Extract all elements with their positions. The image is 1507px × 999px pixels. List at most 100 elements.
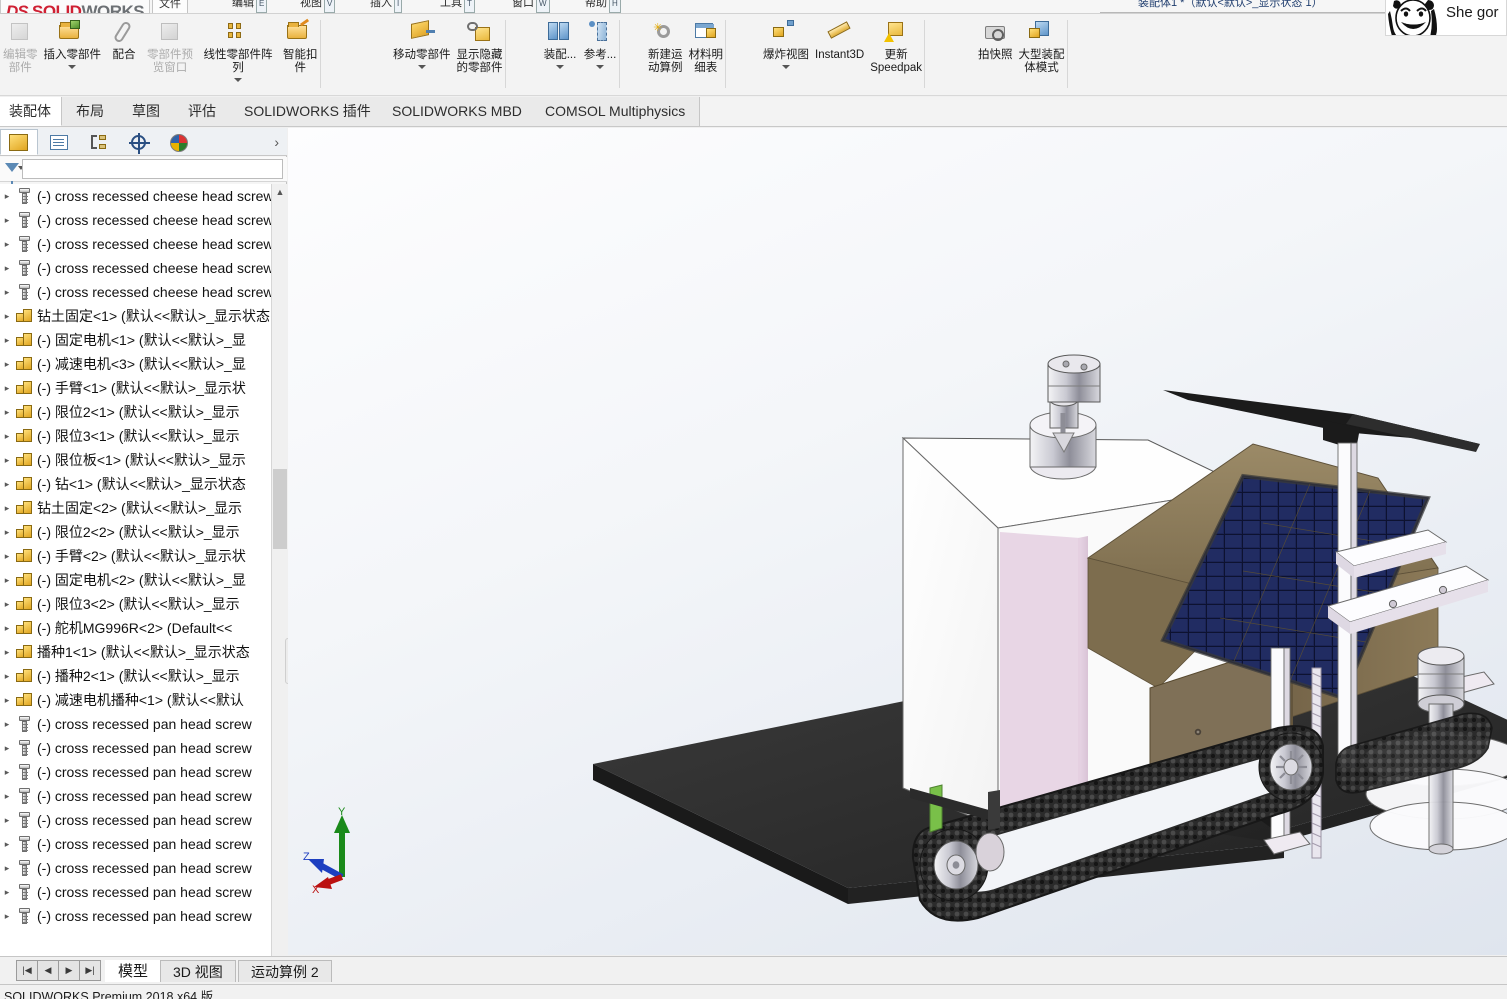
tab-sketch[interactable]: 草图	[118, 97, 175, 126]
tree-item[interactable]: ▸ (-) 钻<1> (默认<<默认>_显示状态	[0, 472, 271, 496]
dimxpert-manager-tab[interactable]	[120, 129, 158, 155]
tree-item[interactable]: ▸ (-) cross recessed pan head screw	[0, 856, 271, 880]
tree-item[interactable]: ▸ (-) cross recessed pan head screw	[0, 736, 271, 760]
tree-item[interactable]: ▸ (-) cross recessed cheese head screw G	[0, 184, 271, 208]
chevron-down-icon[interactable]	[782, 65, 790, 69]
expand-chevron-icon[interactable]: ▸	[0, 431, 14, 442]
expand-chevron-icon[interactable]: ▸	[0, 263, 14, 274]
menu-edit[interactable]: 编辑 E	[232, 0, 268, 13]
tree-item[interactable]: ▸ (-) cross recessed pan head screw	[0, 784, 271, 808]
feature-manager-tab[interactable]	[0, 129, 38, 155]
menu-tools[interactable]: 工具 T	[440, 0, 475, 13]
update-speedpak-button[interactable]: 更新 Speedpak	[867, 16, 925, 77]
bill-of-materials-button[interactable]: 材料明 细表	[686, 16, 727, 77]
expand-chevron-icon[interactable]: ▸	[0, 287, 14, 298]
chevron-right-icon[interactable]: ›	[274, 134, 279, 150]
expand-chevron-icon[interactable]: ▸	[0, 239, 14, 250]
feature-tree-scrollbar[interactable]: ▲ ▼	[271, 184, 288, 999]
expand-chevron-icon[interactable]: ▸	[0, 527, 14, 538]
tree-item[interactable]: ▸ (-) 手臂<2> (默认<<默认>_显示状	[0, 544, 271, 568]
tree-item[interactable]: ▸ (-) 限位2<2> (默认<<默认>_显示	[0, 520, 271, 544]
nav-next-button[interactable]: ▶	[58, 960, 80, 981]
tree-filter-input[interactable]	[22, 159, 283, 179]
expand-chevron-icon[interactable]: ▸	[0, 551, 14, 562]
nav-last-button[interactable]: ▶|	[79, 960, 101, 981]
expand-chevron-icon[interactable]: ▸	[0, 743, 14, 754]
expand-chevron-icon[interactable]: ▸	[0, 911, 14, 922]
expand-chevron-icon[interactable]: ▸	[0, 887, 14, 898]
tree-item[interactable]: ▸ (-) cross recessed pan head screw	[0, 832, 271, 856]
scroll-up-arrow[interactable]: ▲	[272, 184, 288, 201]
insert-components-button[interactable]: 插入零部件	[41, 16, 105, 71]
expand-chevron-icon[interactable]: ▸	[0, 311, 14, 322]
tree-item[interactable]: ▸ (-) cross recessed pan head screw	[0, 880, 271, 904]
expand-chevron-icon[interactable]: ▸	[0, 839, 14, 850]
tab-model[interactable]: 模型	[105, 960, 162, 982]
tree-item[interactable]: ▸ (-) cross recessed pan head screw	[0, 808, 271, 832]
expand-chevron-icon[interactable]: ▸	[0, 455, 14, 466]
scrollbar-thumb[interactable]	[273, 469, 287, 549]
large-assembly-mode-button[interactable]: 大型装配 体模式	[1016, 16, 1068, 77]
expand-chevron-icon[interactable]: ▸	[0, 695, 14, 706]
tree-item[interactable]: ▸ (-) 播种2<1> (默认<<默认>_显示	[0, 664, 271, 688]
configuration-manager-tab[interactable]	[80, 129, 118, 155]
linear-component-pattern-button[interactable]: 线性零部件阵列	[196, 16, 280, 84]
tree-item[interactable]: ▸ (-) 减速电机播种<1> (默认<<默认	[0, 688, 271, 712]
tree-item[interactable]: ▸ (-) 固定电机<2> (默认<<默认>_显	[0, 568, 271, 592]
assembly-features-button[interactable]: 装配...	[540, 16, 580, 71]
expand-chevron-icon[interactable]: ▸	[0, 623, 14, 634]
nav-first-button[interactable]: |◀	[16, 960, 38, 981]
tree-item[interactable]: ▸ 钻土固定<1> (默认<<默认>_显示状态	[0, 304, 271, 328]
tree-item[interactable]: ▸ (-) cross recessed pan head screw	[0, 760, 271, 784]
tree-item[interactable]: ▸ (-) 限位2<1> (默认<<默认>_显示	[0, 400, 271, 424]
expand-chevron-icon[interactable]: ▸	[0, 479, 14, 490]
tab-evaluate[interactable]: 评估	[174, 97, 231, 126]
expand-chevron-icon[interactable]: ▸	[0, 671, 14, 682]
expand-chevron-icon[interactable]: ▸	[0, 767, 14, 778]
instant3d-button[interactable]: Instant3D	[812, 16, 867, 64]
smart-fasteners-button[interactable]: 智能扣 件	[280, 16, 321, 77]
tab-3d-views[interactable]: 3D 视图	[160, 960, 236, 982]
tree-item[interactable]: ▸ (-) 固定电机<1> (默认<<默认>_显	[0, 328, 271, 352]
tree-item[interactable]: ▸ (-) 舵机MG996R<2> (Default<<	[0, 616, 271, 640]
component-preview-window-button[interactable]: 零部件预 览窗口	[144, 16, 196, 77]
tree-item[interactable]: ▸ (-) 限位3<2> (默认<<默认>_显示	[0, 592, 271, 616]
expand-chevron-icon[interactable]: ▸	[0, 815, 14, 826]
expand-chevron-icon[interactable]: ▸	[0, 647, 14, 658]
tree-item[interactable]: ▸ (-) 限位3<1> (默认<<默认>_显示	[0, 424, 271, 448]
expand-chevron-icon[interactable]: ▸	[0, 863, 14, 874]
display-manager-tab[interactable]	[160, 129, 198, 155]
move-component-button[interactable]: 移动零部件	[390, 16, 454, 71]
popup-overlay[interactable]: She gor	[1385, 0, 1507, 36]
expand-chevron-icon[interactable]: ▸	[0, 407, 14, 418]
tab-solidworks-mbd[interactable]: SOLIDWORKS MBD	[378, 97, 537, 126]
property-manager-tab[interactable]	[40, 129, 78, 155]
menu-file[interactable]: 文件	[152, 0, 188, 13]
take-snapshot-button[interactable]: 拍快照	[975, 16, 1016, 64]
nav-prev-button[interactable]: ◀	[37, 960, 59, 981]
expand-chevron-icon[interactable]: ▸	[0, 503, 14, 514]
feature-tree[interactable]: ▸ (-) cross recessed cheese head screw G ▸…	[0, 184, 271, 999]
tree-item[interactable]: ▸ (-) cross recessed cheese head screw G	[0, 232, 271, 256]
show-hidden-components-button[interactable]: 显示隐藏 的零部件	[454, 16, 506, 77]
tree-item[interactable]: ▸ (-) cross recessed cheese head screw G	[0, 280, 271, 304]
tree-item[interactable]: ▸ 播种1<1> (默认<<默认>_显示状态	[0, 640, 271, 664]
tree-item[interactable]: ▸ (-) cross recessed pan head screw	[0, 712, 271, 736]
tab-comsol-multiphysics[interactable]: COMSOL Multiphysics	[531, 97, 701, 126]
chevron-down-icon[interactable]	[556, 65, 564, 69]
tree-item[interactable]: ▸ 钻土固定<2> (默认<<默认>_显示	[0, 496, 271, 520]
expand-chevron-icon[interactable]: ▸	[0, 191, 14, 202]
tab-layout[interactable]: 布局	[62, 97, 119, 126]
reference-geometry-button[interactable]: 参考...	[580, 16, 620, 71]
expand-chevron-icon[interactable]: ▸	[0, 215, 14, 226]
menu-window[interactable]: 窗口 W	[512, 0, 550, 13]
chevron-down-icon[interactable]	[596, 65, 604, 69]
menu-view[interactable]: 视图 V	[300, 0, 336, 13]
expand-chevron-icon[interactable]: ▸	[0, 719, 14, 730]
tree-item[interactable]: ▸ (-) 减速电机<3> (默认<<默认>_显	[0, 352, 271, 376]
tree-item[interactable]: ▸ (-) cross recessed pan head screw	[0, 904, 271, 928]
tab-assembly[interactable]: 装配体	[0, 97, 62, 126]
menu-insert[interactable]: 插入 I	[370, 0, 403, 13]
chevron-down-icon[interactable]	[417, 65, 426, 69]
tree-item[interactable]: ▸ (-) 限位板<1> (默认<<默认>_显示	[0, 448, 271, 472]
